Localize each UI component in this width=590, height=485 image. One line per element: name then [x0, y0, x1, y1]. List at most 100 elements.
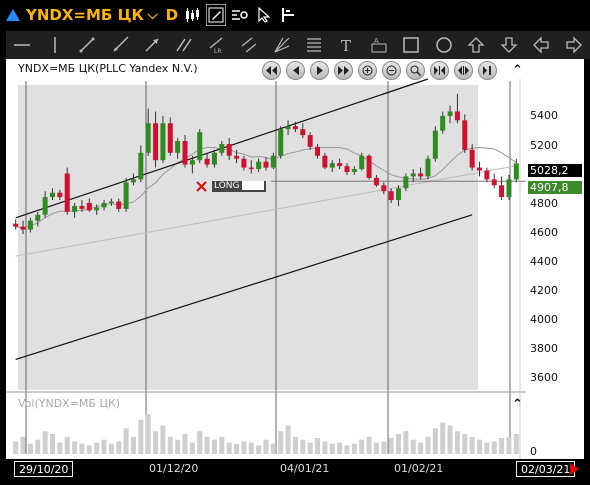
y-axis-label: 3800 [530, 342, 558, 355]
trade-marker-label[interactable]: LONG [212, 181, 267, 192]
volume-bar [211, 439, 217, 454]
scroll-left-icon[interactable] [286, 61, 305, 80]
rectangle-icon[interactable] [395, 32, 427, 58]
volume-bar [248, 442, 254, 454]
trend-line-icon[interactable] [71, 32, 103, 58]
collapse-volume-icon[interactable]: ⌃ [512, 397, 523, 412]
candle-body [167, 123, 173, 153]
horizontal-line-icon[interactable] [6, 32, 38, 58]
volume-bar [315, 438, 321, 454]
candle-body [285, 126, 291, 130]
volume-bar [49, 434, 55, 454]
candle-body [344, 166, 350, 172]
y-axis-label: 5400 [530, 109, 558, 122]
symbol-label: YNDX=МБ ЦК [26, 6, 144, 24]
chart-settings-icon[interactable] [230, 4, 250, 26]
scroll-right-icon[interactable] [310, 61, 329, 80]
fibonacci-icon[interactable] [168, 32, 200, 58]
scroll-to-end-icon[interactable] [334, 61, 353, 80]
candlestick-icon[interactable] [182, 4, 202, 26]
candle-body [13, 223, 19, 227]
volume-bar [197, 431, 203, 454]
zoom-in-icon[interactable] [358, 61, 377, 80]
pitchfork-icon[interactable] [266, 32, 298, 58]
volume-bar [86, 445, 92, 454]
arrow-line-icon[interactable] [136, 32, 168, 58]
volume-bar [373, 442, 379, 454]
candle-body [491, 179, 497, 186]
candle-body [425, 158, 431, 177]
candle-body [300, 129, 306, 136]
arrow-up-icon[interactable] [460, 32, 492, 58]
candle-body [506, 179, 512, 198]
candle-body [447, 111, 453, 116]
volume-bar [79, 443, 85, 454]
candle-body [153, 123, 159, 161]
volume-bar [138, 419, 144, 454]
period-selector[interactable]: D [166, 6, 178, 24]
volume-bar [285, 425, 291, 454]
zoom-fit-icon[interactable] [406, 61, 425, 80]
volume-bar [329, 443, 335, 454]
volume-bar [440, 422, 446, 454]
volume-bar [101, 439, 107, 454]
candle-body [116, 201, 122, 209]
candle-body [241, 158, 247, 168]
pause-icon[interactable] [478, 61, 497, 80]
cursor-icon[interactable] [254, 4, 274, 26]
volume-bar [447, 425, 453, 454]
arrow-right-icon[interactable] [557, 32, 589, 58]
label-tool-icon[interactable]: A [363, 32, 395, 58]
linear-regression-icon[interactable]: LR [201, 32, 233, 58]
ray-line-icon[interactable] [103, 32, 135, 58]
parallel-channel-icon[interactable] [233, 32, 265, 58]
candle-body [329, 163, 335, 168]
vertical-line-icon[interactable] [38, 32, 70, 58]
volume-bar [256, 445, 262, 454]
chart-panel[interactable]: YNDX=МБ ЦК(PLLC Yandex N.V.) ⌃ 5400 5200… [6, 59, 584, 459]
candle-body [175, 141, 181, 153]
volume-bar [72, 441, 78, 454]
volume-bar [108, 443, 114, 454]
arrow-down-icon[interactable] [493, 32, 525, 58]
candle-body [307, 135, 313, 147]
volume-bar [359, 439, 365, 454]
candle-body [351, 169, 357, 172]
volume-axis-label: 0 [530, 445, 537, 458]
candle-body [373, 177, 379, 186]
expand-icon[interactable] [454, 61, 473, 80]
candle-body [72, 205, 78, 212]
draw-edit-icon[interactable] [206, 4, 227, 26]
trade-marker-text: LONG [214, 181, 240, 191]
zoom-out-icon[interactable] [382, 61, 401, 80]
volume-bar [64, 436, 70, 454]
y-axis-label: 5200 [530, 139, 558, 152]
volume-bar [300, 439, 306, 454]
text-tool-icon[interactable]: T [330, 32, 362, 58]
candle-body [49, 192, 55, 198]
volume-bar [513, 434, 519, 454]
drawing-toolbar: LR T A [6, 31, 590, 59]
volume-bar [13, 441, 19, 454]
chart-title: YNDX=МБ ЦК(PLLC Yandex N.V.) [18, 62, 198, 75]
candle-body [248, 167, 254, 170]
volume-bar [182, 434, 188, 454]
svg-text:T: T [341, 37, 351, 54]
ellipse-icon[interactable] [428, 32, 460, 58]
volume-bar [123, 428, 129, 454]
volume-bar [432, 428, 438, 454]
candle-body [35, 214, 41, 221]
volume-bar [130, 436, 136, 454]
chevron-down-icon[interactable]: ⌵ [148, 8, 158, 23]
compress-icon[interactable] [430, 61, 449, 80]
collapse-chart-icon[interactable]: ⌃ [512, 63, 523, 78]
fibonacci-levels-icon[interactable] [298, 32, 330, 58]
volume-bar [381, 441, 387, 454]
symbol-selector[interactable]: YNDX=МБ ЦК ⌵ [6, 6, 158, 24]
split-pane-icon[interactable] [278, 4, 298, 26]
candle-body [182, 141, 188, 165]
arrow-left-icon[interactable] [525, 32, 557, 58]
scroll-to-start-icon[interactable] [262, 61, 281, 80]
y-axis-label: 4800 [530, 197, 558, 210]
scroll-right-arrow-icon[interactable] [570, 463, 580, 475]
